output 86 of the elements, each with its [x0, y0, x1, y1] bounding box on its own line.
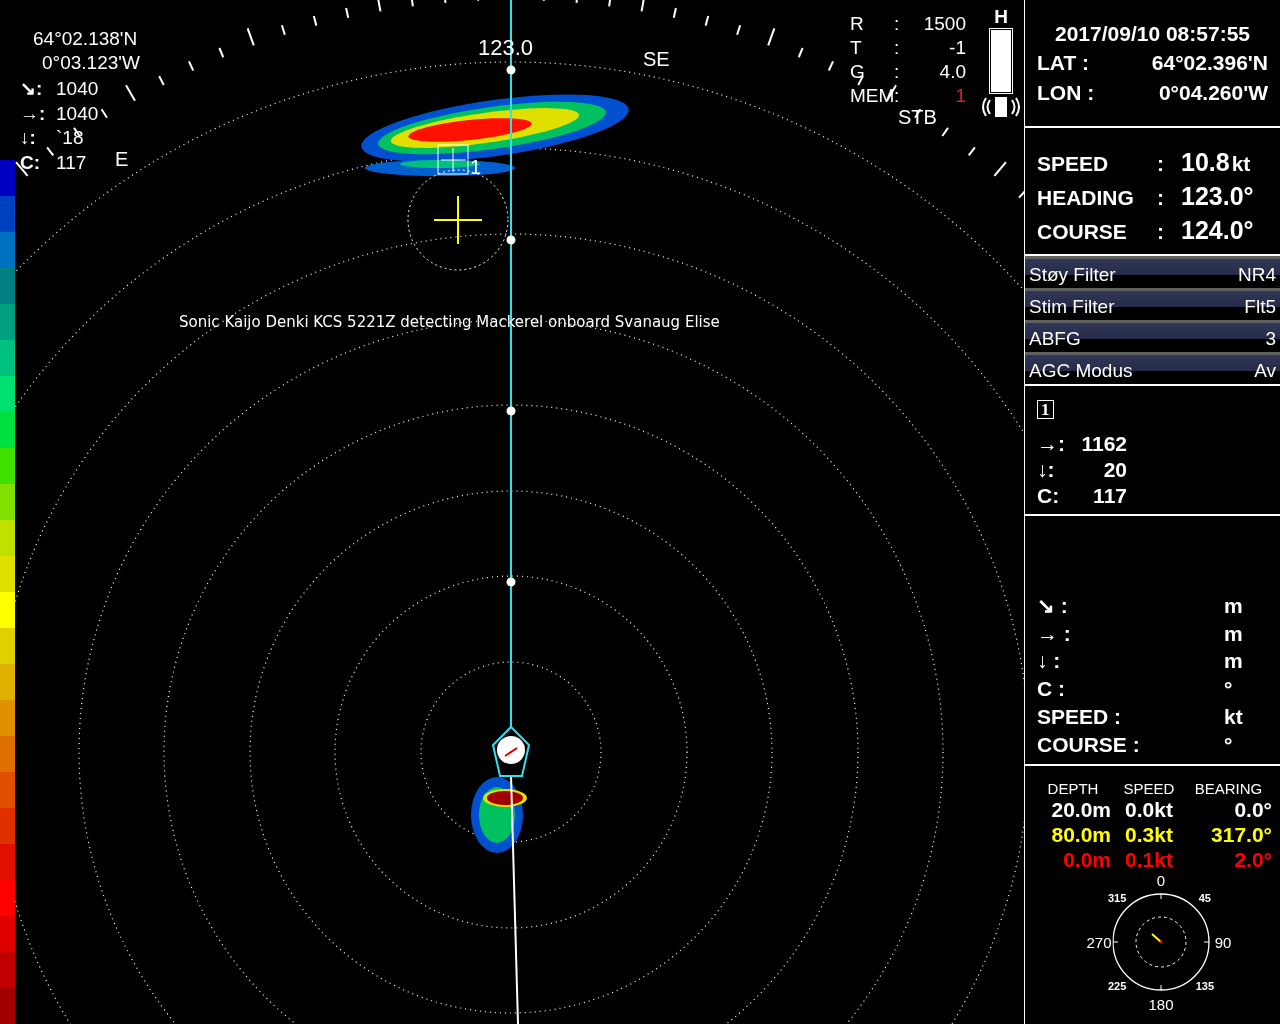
- reading-value: 117: [56, 150, 87, 175]
- gain-meter: [989, 28, 1013, 94]
- nav-value: 123.0°: [1181, 181, 1254, 212]
- marker-number: 1: [470, 156, 482, 179]
- table-cell-text: 0.3kt: [1124, 822, 1174, 847]
- reading-label: ↘:: [20, 77, 44, 101]
- reading-label: C:: [20, 150, 42, 175]
- marker-number-badge: 1: [1037, 400, 1054, 419]
- coordinate-value: 64°02.396'N: [1151, 50, 1268, 76]
- target-marker-icon: [437, 144, 469, 175]
- range-marker-dot: [506, 65, 516, 75]
- reading-value: `18: [56, 126, 84, 150]
- reading-value: 1040: [56, 77, 99, 101]
- setting-separator: :: [894, 60, 901, 84]
- marker-reading-value: 117: [1092, 483, 1127, 509]
- latitude-text: 64°02.138'N: [33, 28, 138, 50]
- cursor-reading-label: ↘ :: [1037, 593, 1068, 619]
- setting-separator: :: [894, 84, 901, 108]
- cursor-reading-unit: m: [1224, 593, 1244, 619]
- table-cell-text: 20.0m: [1050, 797, 1112, 822]
- reading-value: 1040: [56, 101, 99, 126]
- setting-separator: :: [894, 12, 901, 36]
- cursor-reading-unit: m: [1224, 648, 1244, 675]
- nav-value: 124.0°: [1181, 215, 1254, 246]
- column-header: BEARING: [1193, 780, 1264, 797]
- table-cell-text: 80.0m: [1050, 822, 1112, 847]
- cursor-reading-unit: °: [1224, 731, 1234, 758]
- table-cell-text: 317.0°: [1210, 822, 1272, 847]
- column-header: DEPTH: [1046, 780, 1100, 797]
- marker-reading-label: ↓:: [1037, 457, 1056, 483]
- coordinate-label: LAT :: [1037, 50, 1090, 76]
- range-marker-dot: [506, 577, 516, 587]
- column-header: SPEED: [1122, 780, 1176, 797]
- cursor-reading-unit: °: [1224, 676, 1234, 703]
- bearing-label: STB: [898, 106, 937, 129]
- setting-value: 4.0: [938, 60, 966, 84]
- setting-value: -1: [948, 36, 966, 60]
- table-cell-text: 2.0°: [1233, 847, 1272, 872]
- range-marker-dot: [506, 406, 516, 416]
- ship-icon: [491, 725, 531, 777]
- table-cell-text: 0.0m: [1062, 847, 1112, 872]
- nav-label: COURSE: [1037, 219, 1128, 245]
- longitude-text: 0°03.123'W: [42, 52, 140, 74]
- compass-label: 135: [1194, 979, 1215, 992]
- cursor-reading-label: ↓ :: [1037, 648, 1061, 675]
- compass-label: 225: [1107, 979, 1128, 992]
- compass-label: 45: [1197, 892, 1212, 905]
- bearing-label: E: [115, 148, 129, 171]
- setting-value: 1500: [922, 12, 966, 36]
- setting-label: T: [850, 36, 863, 60]
- marker-reading-label: C:: [1037, 483, 1061, 509]
- filter-setting[interactable]: Støy Filter NR4: [1025, 256, 1280, 288]
- setting-label: R: [850, 12, 865, 36]
- setting-label: G: [850, 60, 866, 84]
- setting-separator: :: [894, 36, 901, 60]
- nav-value: 10.8: [1181, 147, 1230, 178]
- coordinate-label: LON :: [1037, 80, 1095, 106]
- gain-label: H: [994, 6, 1008, 28]
- transducer-icon: [981, 96, 1021, 118]
- cursor-reading-label: SPEED :: [1037, 703, 1122, 730]
- reading-label: →:: [20, 101, 47, 126]
- bearing-label: SE: [643, 48, 670, 71]
- cursor-reading-unit: m: [1224, 620, 1244, 647]
- cursor-reading-label: C :: [1037, 676, 1065, 703]
- coordinate-value: 0°04.260'W: [1158, 80, 1268, 106]
- marker-reading-label: →:: [1037, 431, 1066, 457]
- marker-reading-value: 20: [1102, 457, 1127, 483]
- marker-reading-value: 1162: [1080, 431, 1127, 457]
- nav-unit: kt: [1231, 151, 1251, 177]
- table-cell-text: 0.0kt: [1124, 797, 1174, 822]
- reading-label: ↓:: [20, 126, 37, 150]
- cursor-reading-label: COURSE :: [1037, 731, 1140, 758]
- nav-separator: :: [1157, 151, 1165, 177]
- compass-label: 270: [1085, 933, 1113, 951]
- cursor-reading-unit: kt: [1224, 703, 1244, 730]
- table-cell-text: 0.1kt: [1124, 847, 1174, 872]
- cursor-reading-label: → :: [1037, 620, 1071, 647]
- compass-label: 315: [1107, 892, 1128, 905]
- table-cell-text: 0.0°: [1233, 797, 1272, 822]
- nav-separator: :: [1157, 185, 1165, 211]
- nav-separator: :: [1157, 219, 1165, 245]
- range-marker-dot: [506, 235, 516, 245]
- nav-label: SPEED: [1037, 151, 1110, 177]
- nav-label: HEADING: [1037, 185, 1135, 211]
- date-time: 2017/09/10 08:57:55: [1054, 21, 1251, 47]
- setting-value: 1: [954, 84, 966, 108]
